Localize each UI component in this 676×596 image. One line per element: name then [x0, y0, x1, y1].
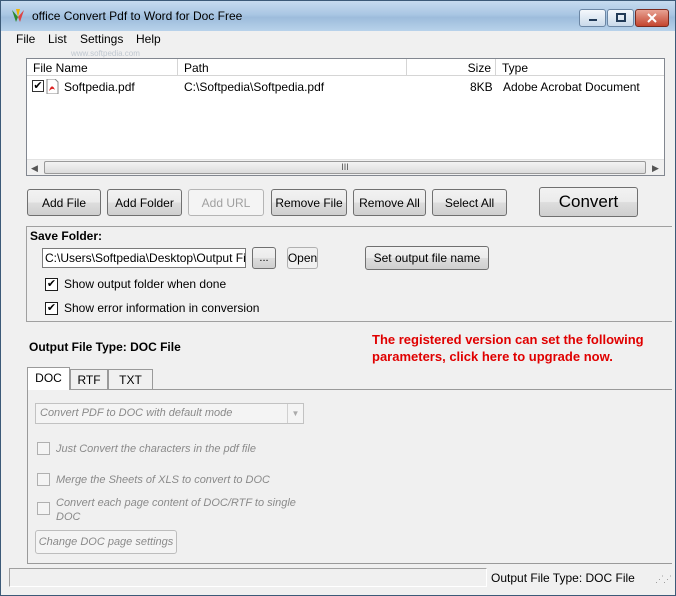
output-folder-input[interactable]: C:\Users\Softpedia\Desktop\Output Files [42, 248, 246, 268]
status-output-type: Output File Type: DOC File [491, 571, 635, 585]
browse-folder-button[interactable]: ... [252, 247, 276, 269]
option-each-page[interactable]: Convert each page content of DOC/RTF to … [37, 496, 307, 524]
option-merge-sheets-checkbox[interactable] [37, 473, 50, 487]
file-list-header: File Name Path Size Type [27, 59, 664, 76]
page-settings-button[interactable]: Change DOC page settings [35, 530, 177, 554]
close-icon [647, 13, 657, 23]
close-button[interactable] [635, 9, 669, 27]
show-output-folder-label: Show output folder when done [64, 277, 227, 291]
window-title: office Convert Pdf to Word for Doc Free [32, 9, 243, 23]
chevron-down-icon[interactable]: ▼ [287, 404, 303, 423]
row-checkbox[interactable]: ✔ [32, 80, 44, 92]
column-size[interactable]: Size [407, 59, 496, 76]
scroll-left-icon[interactable]: ◀ [31, 163, 38, 174]
maximize-icon [615, 13, 626, 22]
maximize-button[interactable] [607, 9, 634, 27]
row-path: C:\Softpedia\Softpedia.pdf [184, 80, 325, 94]
remove-all-button[interactable]: Remove All [353, 189, 426, 216]
conversion-mode-select[interactable]: Convert PDF to DOC with default mode ▼ [35, 403, 304, 424]
scroll-right-icon[interactable]: ▶ [652, 163, 659, 174]
horizontal-scrollbar[interactable]: ◀ III ▶ [27, 159, 664, 175]
show-error-info-label: Show error information in conversion [64, 301, 260, 315]
upgrade-text-line1: The registered version can set the follo… [372, 332, 644, 347]
minimize-button[interactable] [579, 9, 606, 27]
save-folder-title: Save Folder: [30, 229, 103, 243]
convert-button[interactable]: Convert [539, 187, 638, 217]
row-size: 8KB [470, 80, 493, 94]
table-row[interactable]: ✔ Softpedia.pdf C:\Softpedia\Softpedia.p… [27, 78, 664, 95]
tab-rtf[interactable]: RTF [70, 369, 108, 390]
show-error-info-option[interactable]: ✔ Show error information in conversion [45, 301, 260, 316]
tab-doc[interactable]: DOC [27, 367, 70, 390]
file-list[interactable]: File Name Path Size Type ✔ Softpedia.pdf… [26, 58, 665, 176]
doc-tab-panel: Convert PDF to DOC with default mode ▼ J… [27, 389, 672, 564]
option-merge-sheets[interactable]: Merge the Sheets of XLS to convert to DO… [37, 472, 270, 487]
show-error-info-checkbox[interactable]: ✔ [45, 302, 58, 316]
app-logo-icon [12, 9, 24, 22]
save-folder-group: Save Folder: C:\Users\Softpedia\Desktop\… [26, 226, 672, 322]
add-file-button[interactable]: Add File [27, 189, 101, 216]
pdf-file-icon [46, 79, 59, 94]
minimize-icon [588, 19, 597, 21]
menu-list[interactable]: List [48, 32, 67, 46]
open-folder-button[interactable]: Open [287, 247, 318, 269]
column-path[interactable]: Path [178, 59, 407, 76]
row-type: Adobe Acrobat Document [503, 80, 640, 94]
scroll-thumb[interactable]: III [44, 161, 646, 174]
menu-file[interactable]: File [16, 32, 35, 46]
show-output-folder-option[interactable]: ✔ Show output folder when done [45, 277, 227, 292]
option-each-page-label: Convert each page content of DOC/RTF to … [56, 497, 296, 523]
remove-file-button[interactable]: Remove File [271, 189, 347, 216]
status-pane-left [9, 568, 487, 587]
upgrade-link[interactable]: The registered version can set the follo… [372, 331, 644, 365]
menu-settings[interactable]: Settings [80, 32, 123, 46]
row-file-name: Softpedia.pdf [64, 80, 135, 94]
add-folder-button[interactable]: Add Folder [107, 189, 182, 216]
status-bar: Output File Type: DOC File ⋰⋰ [1, 567, 675, 595]
show-output-folder-checkbox[interactable]: ✔ [45, 278, 58, 292]
menu-bar: File List Settings Help [1, 31, 675, 48]
add-url-button[interactable]: Add URL [188, 189, 264, 216]
set-output-name-button[interactable]: Set output file name [365, 246, 489, 270]
menu-help[interactable]: Help [136, 32, 161, 46]
resize-grip-icon[interactable]: ⋰⋰ [655, 574, 672, 585]
column-file-name[interactable]: File Name [27, 59, 178, 76]
title-bar[interactable]: office Convert Pdf to Word for Doc Free [1, 1, 675, 31]
option-convert-characters[interactable]: Just Convert the characters in the pdf f… [37, 441, 256, 456]
app-window: office Convert Pdf to Word for Doc Free … [0, 0, 676, 596]
column-type[interactable]: Type [496, 59, 664, 76]
conversion-mode-value: Convert PDF to DOC with default mode [40, 407, 233, 419]
option-convert-characters-label: Just Convert the characters in the pdf f… [56, 443, 256, 455]
option-merge-sheets-label: Merge the Sheets of XLS to convert to DO… [56, 474, 270, 486]
option-each-page-checkbox[interactable] [37, 502, 50, 515]
tab-txt[interactable]: TXT [108, 369, 153, 390]
watermark: www.softpedia.com [71, 49, 140, 58]
output-file-type-label: Output File Type: DOC File [29, 340, 181, 354]
select-all-button[interactable]: Select All [432, 189, 507, 216]
option-convert-characters-checkbox[interactable] [37, 442, 50, 456]
upgrade-text-line2: parameters, click here to upgrade now. [372, 349, 613, 364]
